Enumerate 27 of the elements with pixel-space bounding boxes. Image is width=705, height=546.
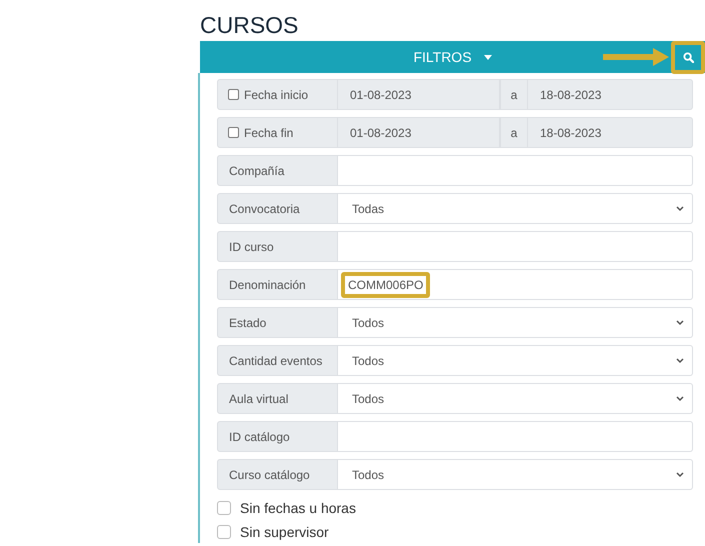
dropdown[interactable]: Todos (338, 383, 693, 414)
date-field[interactable]: 01-08-2023 (338, 79, 500, 110)
field-label: Denominación (217, 269, 338, 300)
dropdown[interactable]: Todos (338, 307, 693, 338)
field-label: Compañía (217, 155, 338, 186)
dropdown[interactable]: Todos (338, 345, 693, 376)
field-label: ID catálogo (217, 421, 338, 452)
dropdown[interactable]: Todas (338, 193, 693, 224)
dropdown[interactable]: Todos (338, 459, 693, 490)
date-filter-toggle[interactable]: Fecha inicio (217, 79, 338, 110)
field-label: Cantidad eventos (217, 345, 338, 376)
checkbox-label: Sin fechas u horas (240, 500, 356, 516)
range-separator: a (500, 79, 528, 110)
date-field[interactable]: 18-08-2023 (528, 117, 693, 148)
date-field[interactable]: 01-08-2023 (338, 117, 500, 148)
range-separator: a (500, 117, 528, 148)
field-label: Curso catálogo (217, 459, 338, 490)
date-field[interactable]: 18-08-2023 (528, 79, 693, 110)
field-label: ID curso (217, 231, 338, 262)
field-label: Aula virtual (217, 383, 338, 414)
field-label: Estado (217, 307, 338, 338)
page-title: CURSOS (199, 11, 300, 40)
field-value: COMM006PO (348, 278, 424, 292)
input-field[interactable]: COMM006PO (338, 269, 693, 300)
checkbox-label: Sin supervisor (240, 524, 329, 540)
field-label: Convocatoria (217, 193, 338, 224)
date-filter-toggle[interactable]: Fecha fin (217, 117, 338, 148)
